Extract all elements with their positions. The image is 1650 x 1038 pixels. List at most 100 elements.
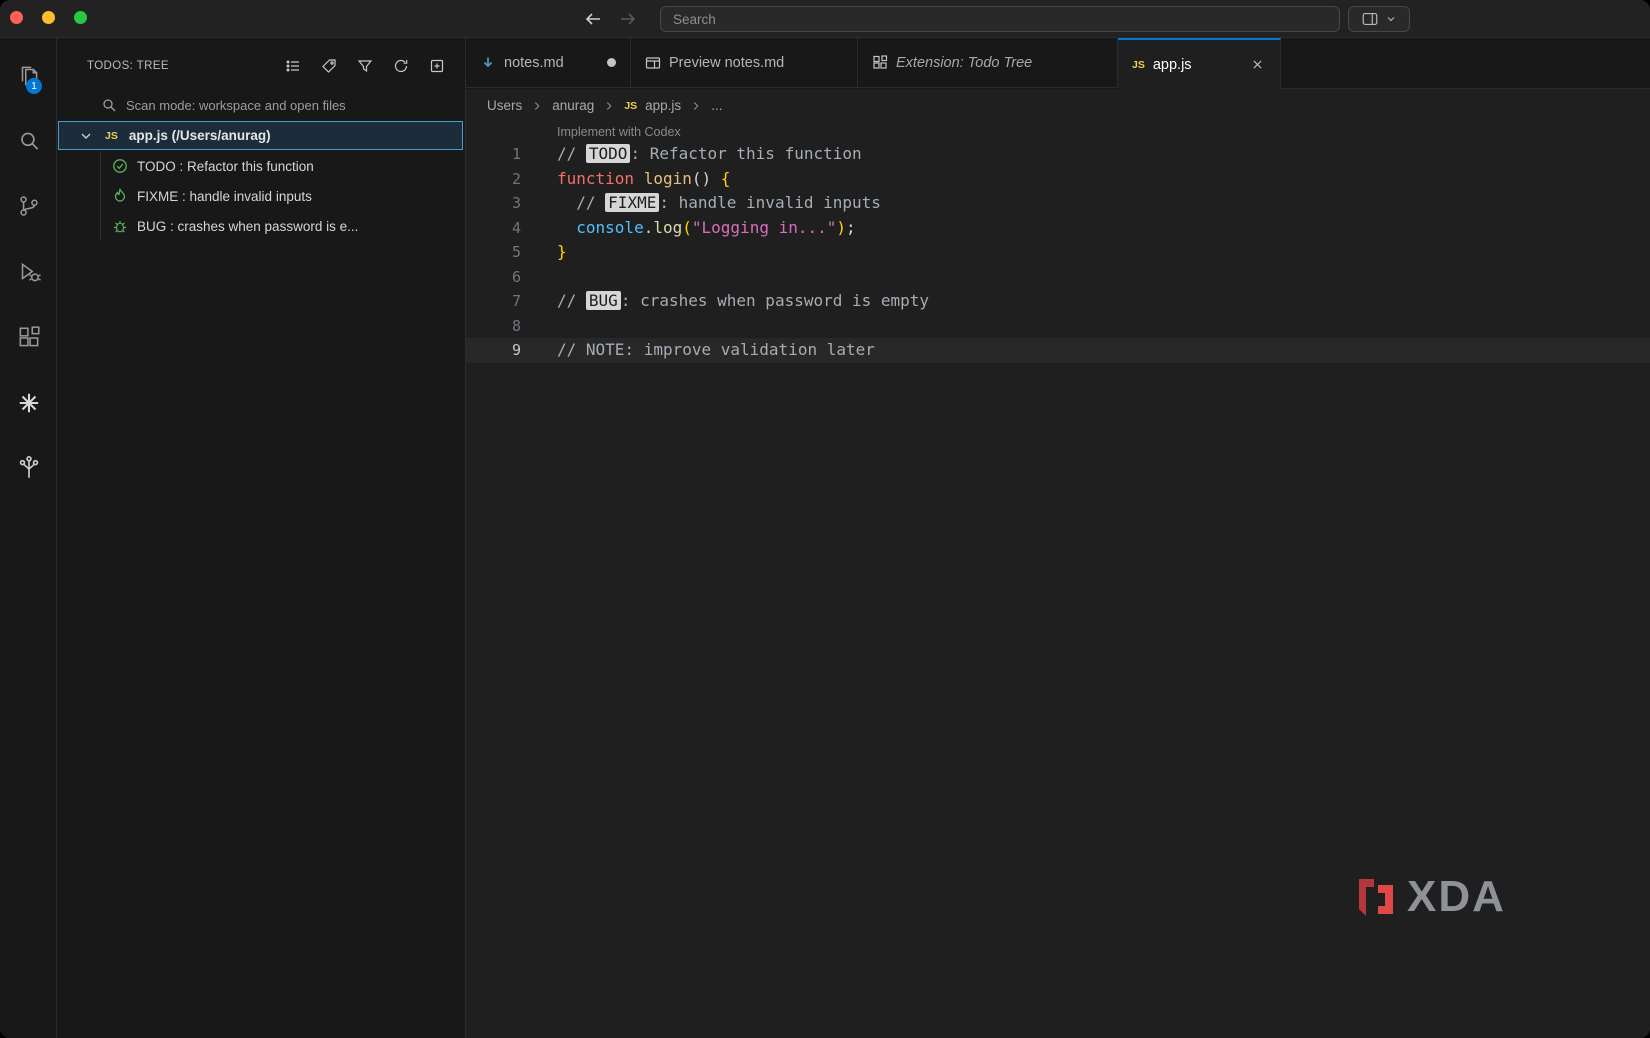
tab-label: app.js [1153, 57, 1192, 73]
line-number[interactable]: 2 [466, 167, 521, 192]
scan-mode-item[interactable]: Scan mode: workspace and open files [57, 92, 465, 118]
code-line[interactable]: 7 // BUG: crashes when password is empty [466, 289, 1650, 314]
search-icon [16, 128, 42, 154]
xda-logo-icon [1353, 875, 1397, 919]
tree-item-fixme[interactable]: FIXME : handle invalid inputs [57, 181, 465, 211]
code-text: } [521, 240, 567, 265]
tab-preview-notes-md[interactable]: Preview notes.md [631, 38, 858, 88]
traffic-light-close-button[interactable] [10, 11, 23, 24]
code-text [521, 314, 557, 339]
tab-extension-todo-tree[interactable]: Extension: Todo Tree [858, 38, 1118, 88]
breadcrumb-item-anurag[interactable]: anurag [552, 98, 594, 113]
search-placeholder: Search [673, 12, 716, 27]
tree-item-bug[interactable]: BUG : crashes when password is e... [57, 211, 465, 241]
code-line[interactable]: 1 // TODO: Refactor this function [466, 142, 1650, 167]
tree-item-label: BUG : crashes when password is e... [137, 219, 358, 234]
tab-label: notes.md [504, 55, 564, 71]
breadcrumb-item-users[interactable]: Users [487, 98, 522, 113]
code-text: // NOTE: improve validation later [521, 338, 875, 363]
xda-watermark-text: XDA [1407, 872, 1506, 922]
breadcrumb-item-ellipsis[interactable]: ... [711, 98, 722, 113]
markdown-icon [480, 55, 496, 71]
breadcrumb-item-app-js[interactable]: app.js [645, 98, 681, 113]
code-text: function login() { [521, 167, 730, 192]
line-number[interactable]: 3 [466, 191, 521, 216]
title-bar: Search [0, 0, 1650, 38]
layout-control[interactable] [1348, 6, 1410, 32]
chevron-right-icon [602, 99, 616, 113]
back-button[interactable] [581, 7, 605, 31]
tree-root-app-js[interactable]: JS app.js (/Users/anurag) [58, 121, 463, 150]
traffic-light-zoom-button[interactable] [74, 11, 87, 24]
activity-source-control-button[interactable] [12, 189, 45, 222]
flame-icon [112, 188, 128, 204]
code-line[interactable]: 6 [466, 265, 1650, 290]
sidebar-todo-tree: TODOS: TREE [57, 38, 466, 1038]
tag-button[interactable] [320, 58, 337, 75]
tree-item-label: TODO : Refactor this function [137, 159, 314, 174]
activity-run-debug-button[interactable] [12, 255, 45, 288]
line-number[interactable]: 7 [466, 289, 521, 314]
fixme-tag-highlight: FIXME [605, 193, 659, 212]
chevron-down-icon [1385, 13, 1397, 25]
close-tab-button[interactable] [1248, 56, 1266, 74]
code-text: // TODO: Refactor this function [521, 142, 862, 167]
command-center-search[interactable]: Search [660, 6, 1340, 32]
starburst-icon [16, 390, 42, 416]
bug-icon [112, 218, 128, 234]
code-text [521, 265, 557, 290]
search-icon [101, 97, 117, 113]
activity-starburst-extension-button[interactable] [12, 386, 45, 419]
activity-search-button[interactable] [12, 124, 45, 157]
tree-item-todo[interactable]: TODO : Refactor this function [57, 151, 465, 181]
activity-extensions-button[interactable] [12, 321, 45, 354]
sidebar-title: TODOS: TREE [87, 60, 169, 72]
code-line-current[interactable]: 9 // NOTE: improve validation later [466, 338, 1650, 363]
explorer-badge: 1 [26, 78, 42, 94]
vscode-window: Search 1 [0, 0, 1650, 1038]
line-number[interactable]: 9 [466, 338, 521, 363]
panel-layout-icon [1361, 10, 1379, 28]
line-number[interactable]: 6 [466, 265, 521, 290]
run-debug-icon [16, 259, 42, 285]
extensions-icon [16, 325, 42, 351]
code-editor[interactable]: Implement with Codex 1 // TODO: Refactor… [466, 122, 1650, 363]
close-icon [1251, 58, 1264, 71]
tab-bar-empty-space [1281, 38, 1650, 89]
check-circle-icon [112, 158, 128, 174]
source-control-icon [16, 193, 42, 219]
scan-mode-label: Scan mode: workspace and open files [126, 98, 346, 113]
sidebar-header: TODOS: TREE [57, 52, 465, 80]
code-line[interactable]: 3 // FIXME: handle invalid inputs [466, 191, 1650, 216]
chevron-right-icon [689, 99, 703, 113]
breadcrumb: Users anurag JS app.js ... [466, 89, 1650, 122]
todo-tree-icon [16, 455, 42, 481]
tab-label: Extension: Todo Tree [896, 55, 1032, 71]
modified-dot-icon[interactable] [607, 58, 616, 67]
code-line[interactable]: 5 } [466, 240, 1650, 265]
forward-button[interactable] [616, 7, 640, 31]
codelens-implement-with-codex[interactable]: Implement with Codex [466, 122, 1650, 142]
refresh-button[interactable] [392, 58, 409, 75]
activity-bar: 1 [0, 38, 57, 1038]
code-line[interactable]: 4 console.log("Logging in..."); [466, 216, 1650, 241]
code-line[interactable]: 2 function login() { [466, 167, 1650, 192]
tree-item-label: FIXME : handle invalid inputs [137, 189, 312, 204]
xda-watermark: XDA [1353, 872, 1506, 922]
tab-notes-md[interactable]: notes.md [466, 38, 631, 88]
tab-app-js[interactable]: JS app.js [1118, 38, 1281, 89]
expand-all-button[interactable] [428, 58, 445, 75]
view-as-list-button[interactable] [284, 58, 301, 75]
traffic-light-minimize-button[interactable] [42, 11, 55, 24]
sidebar-toolbar [284, 52, 445, 80]
line-number[interactable]: 5 [466, 240, 521, 265]
open-preview-icon [645, 55, 661, 71]
line-number[interactable]: 1 [466, 142, 521, 167]
activity-todo-tree-button[interactable] [12, 451, 45, 484]
code-line[interactable]: 8 [466, 314, 1650, 339]
javascript-icon: JS [624, 100, 637, 112]
line-number[interactable]: 4 [466, 216, 521, 241]
filter-button[interactable] [356, 58, 373, 75]
chevron-down-icon[interactable] [78, 128, 94, 144]
line-number[interactable]: 8 [466, 314, 521, 339]
